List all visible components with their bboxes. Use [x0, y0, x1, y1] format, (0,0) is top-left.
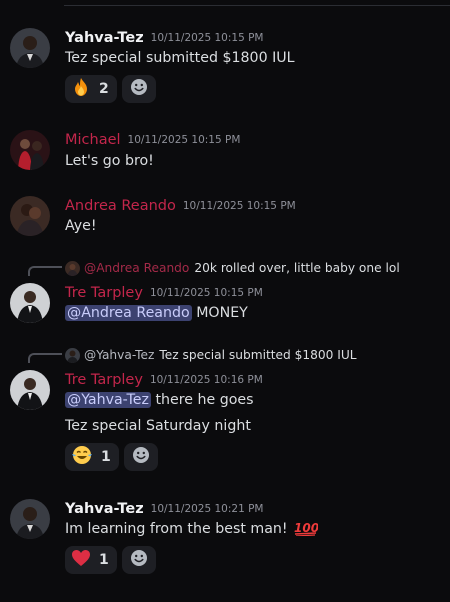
reaction-bar: 1: [65, 546, 156, 574]
reply-author: @Yahva-Tez: [84, 348, 155, 362]
reaction-fire[interactable]: 2: [65, 75, 117, 103]
add-reaction-button[interactable]: [123, 443, 158, 471]
message-text: Let's go bro!: [65, 153, 154, 169]
user-mention[interactable]: @Andrea Reando: [65, 305, 192, 321]
fire-icon: [71, 77, 91, 101]
reply-connector: [28, 266, 62, 276]
avatar[interactable]: [10, 130, 50, 170]
reaction-heart[interactable]: 1: [65, 546, 117, 574]
reply-avatar: [65, 260, 80, 276]
chat-message-list: Yahva-Tez 10/11/2025 10:15 PM Tez special…: [0, 0, 450, 602]
timestamp: 10/11/2025 10:16 PM: [149, 374, 263, 386]
timestamp: 10/11/2025 10:15 PM: [182, 200, 296, 212]
username[interactable]: Tre Tarpley: [65, 285, 143, 301]
message-header: Andrea Reando 10/11/2025 10:15 PM: [65, 195, 296, 215]
message-header: Michael 10/11/2025 10:15 PM: [65, 129, 240, 149]
face-with-tears-of-joy-icon: [71, 445, 93, 469]
message-text: Tez special Saturday night: [65, 418, 251, 434]
smiley-icon: [132, 446, 150, 468]
avatar[interactable]: [10, 370, 50, 410]
message-header: Yahva-Tez 10/11/2025 10:15 PM: [65, 27, 264, 47]
reply-connector: [28, 353, 62, 363]
message-text: @Yahva-Tez there he goes: [65, 390, 254, 410]
message-text: Tez special submitted $1800 IUL: [65, 50, 295, 66]
hundred-points-icon: 100: [294, 520, 319, 542]
reaction-count: 2: [99, 81, 109, 97]
add-reaction-button[interactable]: [121, 75, 156, 103]
avatar[interactable]: [10, 28, 50, 68]
reply-text: 20k rolled over, little baby one lol: [194, 261, 400, 275]
reaction-joy[interactable]: 1: [65, 443, 119, 471]
username[interactable]: Michael: [65, 132, 121, 148]
username[interactable]: Tre Tarpley: [65, 372, 143, 388]
message-header: Tre Tarpley 10/11/2025 10:15 PM: [65, 282, 263, 302]
timestamp: 10/11/2025 10:21 PM: [150, 503, 264, 515]
username[interactable]: Yahva-Tez: [65, 30, 144, 46]
reaction-count: 1: [101, 449, 111, 465]
message-body: Im learning from the best man!: [65, 521, 288, 537]
user-mention[interactable]: @Yahva-Tez: [65, 392, 151, 408]
reply-preview[interactable]: @Yahva-Tez Tez special submitted $1800 I…: [65, 347, 357, 363]
reply-avatar: [65, 347, 80, 363]
reaction-count: 1: [99, 552, 109, 568]
reply-author: @Andrea Reando: [84, 261, 190, 275]
smiley-icon: [130, 549, 148, 571]
message-text: @Andrea Reando MONEY: [65, 303, 248, 323]
message-header: Yahva-Tez 10/11/2025 10:21 PM: [65, 498, 264, 518]
message-text: Aye!: [65, 218, 97, 234]
avatar[interactable]: [10, 499, 50, 539]
reaction-bar: 1: [65, 443, 158, 471]
reaction-bar: 2: [65, 75, 156, 103]
message-text: Im learning from the best man! 100: [65, 519, 319, 542]
username[interactable]: Andrea Reando: [65, 198, 176, 214]
message-body: there he goes: [155, 392, 254, 408]
reply-text: Tez special submitted $1800 IUL: [159, 348, 357, 362]
message-body: MONEY: [196, 305, 248, 321]
username[interactable]: Yahva-Tez: [65, 501, 144, 517]
reply-preview[interactable]: @Andrea Reando 20k rolled over, little b…: [65, 260, 400, 276]
timestamp: 10/11/2025 10:15 PM: [127, 134, 241, 146]
avatar[interactable]: [10, 283, 50, 323]
divider: [64, 5, 450, 6]
timestamp: 10/11/2025 10:15 PM: [150, 32, 264, 44]
timestamp: 10/11/2025 10:15 PM: [149, 287, 263, 299]
add-reaction-button[interactable]: [121, 546, 156, 574]
message-header: Tre Tarpley 10/11/2025 10:16 PM: [65, 369, 263, 389]
red-heart-icon: [71, 549, 91, 571]
smiley-icon: [130, 78, 148, 100]
avatar[interactable]: [10, 196, 50, 236]
